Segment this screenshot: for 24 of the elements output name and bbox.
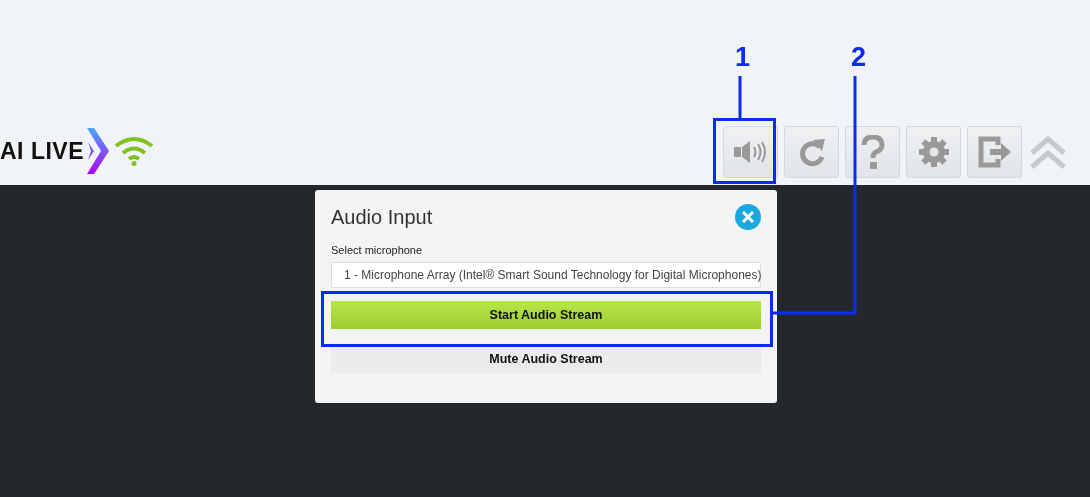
close-button[interactable] [735, 204, 761, 230]
callout-line [738, 76, 742, 119]
settings-button[interactable] [906, 126, 961, 178]
settings-icon [917, 136, 950, 168]
double-chevron-icon [1030, 135, 1066, 169]
logo-chevron-icon [87, 128, 111, 174]
exit-icon [977, 136, 1012, 168]
highlight-frame [713, 118, 776, 184]
help-icon [860, 135, 885, 169]
wifi-icon [114, 136, 154, 166]
dialog-title: Audio Input [331, 205, 433, 229]
refresh-button[interactable] [784, 126, 839, 178]
help-button[interactable] [845, 126, 900, 178]
logout-button[interactable] [967, 126, 1022, 178]
field-label: Select microphone [331, 244, 424, 256]
start-stream-button[interactable]: Start Audio Stream [331, 301, 761, 329]
microphone-select[interactable]: 1 - Microphone Array (Intel® Smart Sound Technology for Digital Microphones) [331, 262, 761, 288]
sound-button[interactable] [723, 126, 778, 178]
callout-number: 1 [735, 42, 751, 73]
refresh-icon [797, 137, 826, 167]
speaker-icon [733, 141, 768, 163]
logo-text: AI LIVE [0, 137, 84, 165]
close-icon [742, 211, 754, 223]
callout-number: 2 [851, 42, 867, 73]
